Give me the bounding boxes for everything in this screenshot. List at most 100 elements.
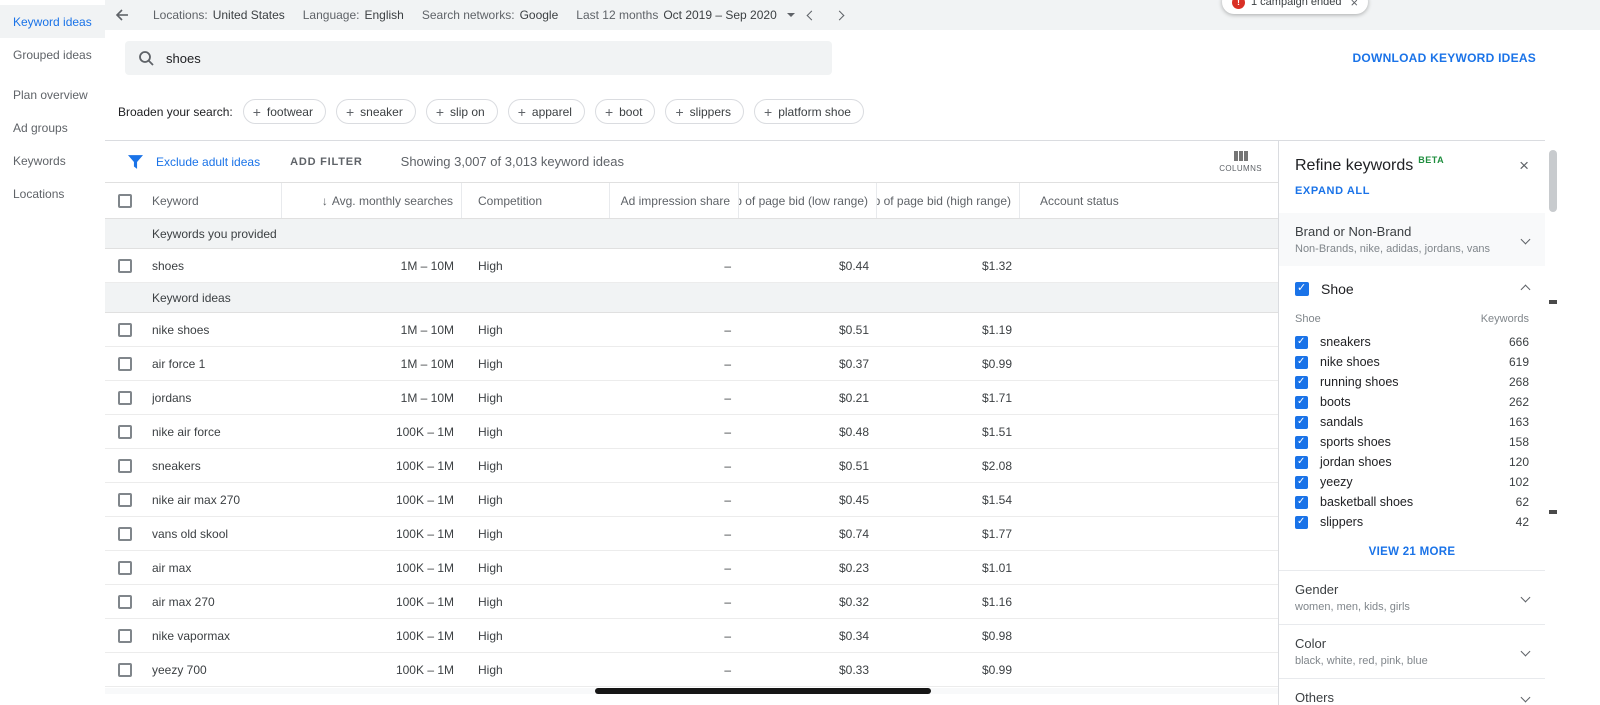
chip-slip-on[interactable]: + slip on [425, 99, 498, 124]
table-row[interactable]: nike vapormax 100K – 1M High – $0.34 $0.… [105, 619, 1278, 653]
account-status-header[interactable]: Account status [1020, 183, 1278, 218]
back-arrow-icon[interactable] [109, 0, 135, 30]
chip-sneaker[interactable]: + sneaker [335, 99, 416, 124]
next-period-chevron[interactable] [829, 0, 851, 30]
chip-apparel[interactable]: + apparel [507, 99, 585, 124]
notification-close-icon[interactable]: × [1351, 0, 1359, 10]
others-group[interactable]: Others [1279, 679, 1545, 705]
sidebar-item-keywords[interactable]: Keywords [0, 144, 105, 177]
refine-item[interactable]: yeezy 102 [1279, 472, 1545, 492]
download-keyword-ideas-button[interactable]: DOWNLOAD KEYWORD IDEAS [1353, 51, 1537, 65]
refine-item[interactable]: jordan shoes 120 [1279, 452, 1545, 472]
chip-footwear[interactable]: + footwear [242, 99, 326, 124]
filter-icon[interactable] [128, 154, 143, 169]
row-checkbox[interactable] [118, 356, 132, 371]
top-bid-low-header[interactable]: Top of page bid (low range) [739, 183, 877, 218]
previous-period-chevron[interactable] [801, 0, 823, 30]
chip-platform-shoe[interactable]: + platform shoe [754, 99, 864, 124]
locations-setting[interactable]: Locations: United States [153, 8, 285, 22]
sidebar-item-locations[interactable]: Locations [0, 177, 105, 210]
refine-item[interactable]: basketball shoes 62 [1279, 492, 1545, 512]
sidebar-item-plan-overview[interactable]: Plan overview [0, 78, 105, 111]
search-networks-setting[interactable]: Search networks: Google [422, 8, 558, 22]
table-row[interactable]: nike air max 270 100K – 1M High – $0.45 … [105, 483, 1278, 517]
refine-item-checkbox[interactable] [1295, 375, 1308, 389]
date-range-setting[interactable]: Last 12 months Oct 2019 – Sep 2020 [576, 8, 795, 22]
table-row[interactable]: air max 270 100K – 1M High – $0.32 $1.16 [105, 585, 1278, 619]
row-checkbox[interactable] [118, 258, 132, 273]
refine-item-checkbox[interactable] [1295, 455, 1308, 469]
refine-item[interactable]: running shoes 268 [1279, 372, 1545, 392]
refine-item-count: 262 [1508, 395, 1529, 409]
refine-item-checkbox[interactable] [1295, 415, 1308, 429]
plus-icon: + [764, 103, 773, 120]
add-filter-button[interactable]: ADD FILTER [290, 156, 363, 168]
top-bid-high-cell: $1.32 [981, 258, 1012, 273]
row-checkbox[interactable] [118, 322, 132, 337]
row-checkbox[interactable] [118, 458, 132, 473]
table-row[interactable]: nike shoes 1M – 10M High – $0.51 $1.19 [105, 313, 1278, 347]
shoe-group-checkbox[interactable] [1295, 281, 1309, 296]
refine-item-checkbox[interactable] [1295, 355, 1308, 369]
search-networks-label: Search networks: [421, 8, 515, 22]
horizontal-scrollbar-thumb[interactable] [595, 688, 931, 694]
table-row[interactable]: air force 1 1M – 10M High – $0.37 $0.99 [105, 347, 1278, 381]
refine-close-icon[interactable]: × [1519, 157, 1529, 174]
refine-item-checkbox[interactable] [1295, 475, 1308, 489]
table-row[interactable]: nike air force 100K – 1M High – $0.48 $1… [105, 415, 1278, 449]
refine-item[interactable]: slippers 42 [1279, 512, 1545, 532]
row-checkbox[interactable] [118, 628, 132, 643]
keyword-search-input[interactable]: shoes [125, 41, 832, 75]
refine-item-checkbox[interactable] [1295, 495, 1308, 509]
chip-slippers[interactable]: + slippers [665, 99, 745, 124]
competition-header[interactable]: Competition [462, 183, 610, 218]
refine-item[interactable]: sneakers 666 [1279, 332, 1545, 352]
refine-item-checkbox[interactable] [1295, 435, 1308, 449]
horizontal-scrollbar[interactable] [105, 688, 1278, 694]
chip-boot[interactable]: + boot [594, 99, 656, 124]
avg-monthly-searches-header[interactable]: ↓ Avg. monthly searches [282, 183, 462, 218]
row-checkbox[interactable] [118, 526, 132, 541]
campaign-ended-notification[interactable]: ! 1 campaign ended × [1222, 0, 1369, 14]
row-checkbox[interactable] [118, 560, 132, 575]
table-row[interactable]: air max 100K – 1M High – $0.23 $1.01 [105, 551, 1278, 585]
top-bid-high-header[interactable]: Top of page bid (high range) [877, 183, 1020, 218]
table-row[interactable]: sneakers 100K – 1M High – $0.51 $2.08 [105, 449, 1278, 483]
sidebar-item-grouped-ideas[interactable]: Grouped ideas [0, 38, 105, 71]
refine-item-checkbox[interactable] [1295, 335, 1308, 349]
language-setting[interactable]: Language: English [303, 8, 404, 22]
brand-group[interactable]: Brand or Non-Brand Non-Brands, nike, adi… [1279, 213, 1545, 266]
competition-cell: High [478, 628, 503, 643]
vertical-scrollbar-thumb[interactable] [1549, 150, 1557, 212]
shoe-group-header[interactable]: Shoe [1279, 266, 1545, 305]
row-checkbox[interactable] [118, 594, 132, 609]
gender-group[interactable]: Gender women, men, kids, girls [1279, 571, 1545, 624]
ad-impression-share-header[interactable]: Ad impression share [610, 183, 739, 218]
keyword-header[interactable]: Keyword [152, 183, 282, 218]
sidebar-item-keyword-ideas[interactable]: Keyword ideas [0, 5, 105, 38]
refine-item-checkbox[interactable] [1295, 395, 1308, 409]
expand-all-link[interactable]: EXPAND ALL [1279, 175, 1545, 209]
table-row[interactable]: yeezy 700 100K – 1M High – $0.33 $0.99 [105, 653, 1278, 687]
color-group[interactable]: Color black, white, red, pink, blue [1279, 625, 1545, 678]
sidebar-item-ad-groups[interactable]: Ad groups [0, 111, 105, 144]
top-bid-low-cell: $0.44 [838, 258, 869, 273]
refine-item-checkbox[interactable] [1295, 515, 1308, 529]
row-checkbox[interactable] [118, 662, 132, 677]
row-checkbox[interactable] [118, 424, 132, 439]
refine-item[interactable]: nike shoes 619 [1279, 352, 1545, 372]
refine-item[interactable]: boots 262 [1279, 392, 1545, 412]
refine-item[interactable]: sports shoes 158 [1279, 432, 1545, 452]
refine-item[interactable]: sandals 163 [1279, 412, 1545, 432]
row-checkbox[interactable] [118, 390, 132, 405]
vertical-scrollbar[interactable] [1549, 142, 1557, 702]
select-all-checkbox[interactable] [118, 193, 132, 208]
table-row[interactable]: vans old skool 100K – 1M High – $0.74 $1… [105, 517, 1278, 551]
view-more-link[interactable]: VIEW 21 MORE [1279, 532, 1545, 570]
table-row[interactable]: shoes 1M – 10M High – $0.44 $1.32 [105, 249, 1278, 283]
table-row[interactable]: jordans 1M – 10M High – $0.21 $1.71 [105, 381, 1278, 415]
exclude-adult-ideas-link[interactable]: Exclude adult ideas [156, 155, 260, 169]
row-checkbox[interactable] [118, 492, 132, 507]
gender-group-subtitle: women, men, kids, girls [1295, 601, 1410, 613]
columns-button[interactable]: COLUMNS [1219, 150, 1262, 173]
